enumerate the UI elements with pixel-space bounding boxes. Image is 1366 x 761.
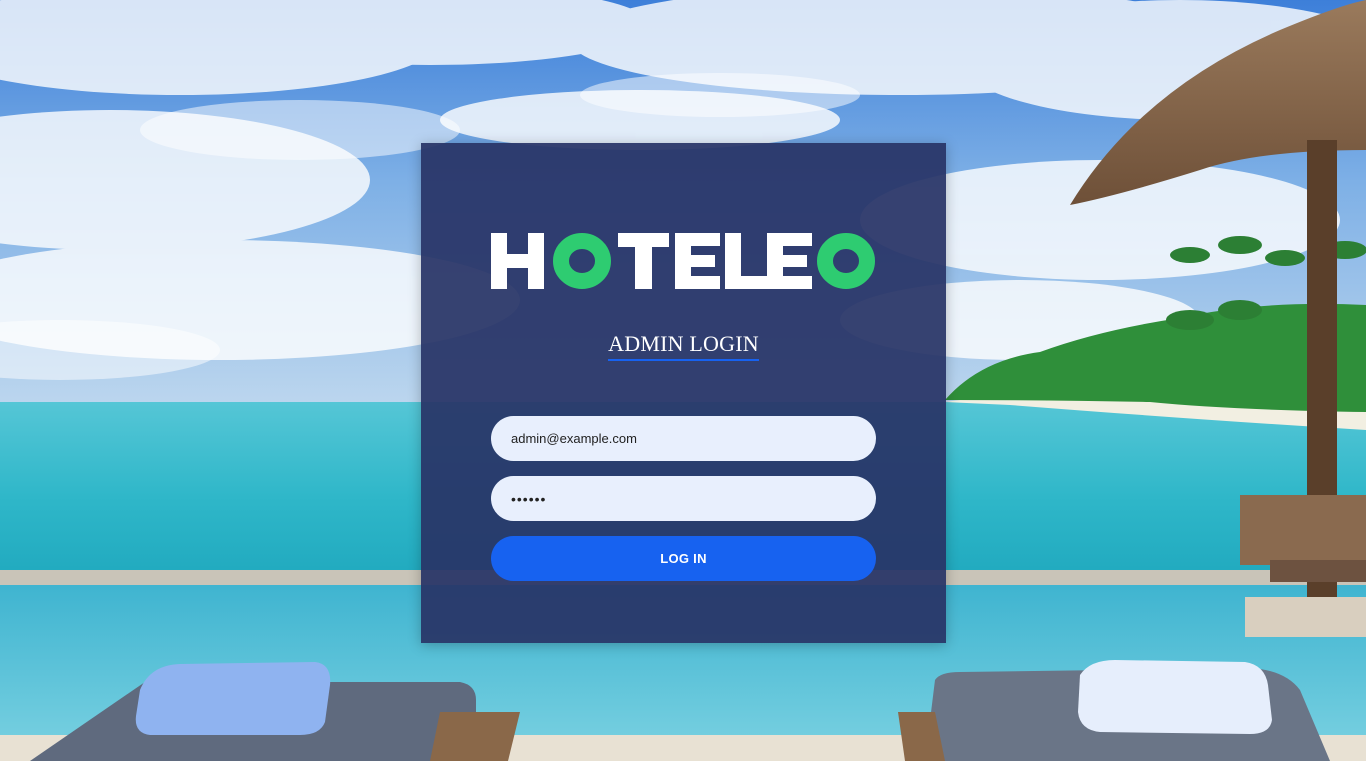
logo-letters — [491, 233, 812, 289]
login-page: ADMIN LOGIN LOG IN — [0, 0, 1366, 761]
login-title-wrapper: ADMIN LOGIN — [421, 331, 946, 361]
hoteleo-logo — [491, 233, 875, 289]
password-field[interactable] — [491, 476, 876, 521]
login-title: ADMIN LOGIN — [608, 331, 759, 361]
email-field[interactable] — [491, 416, 876, 461]
login-button[interactable]: LOG IN — [491, 536, 876, 581]
login-card: ADMIN LOGIN LOG IN — [421, 143, 946, 643]
